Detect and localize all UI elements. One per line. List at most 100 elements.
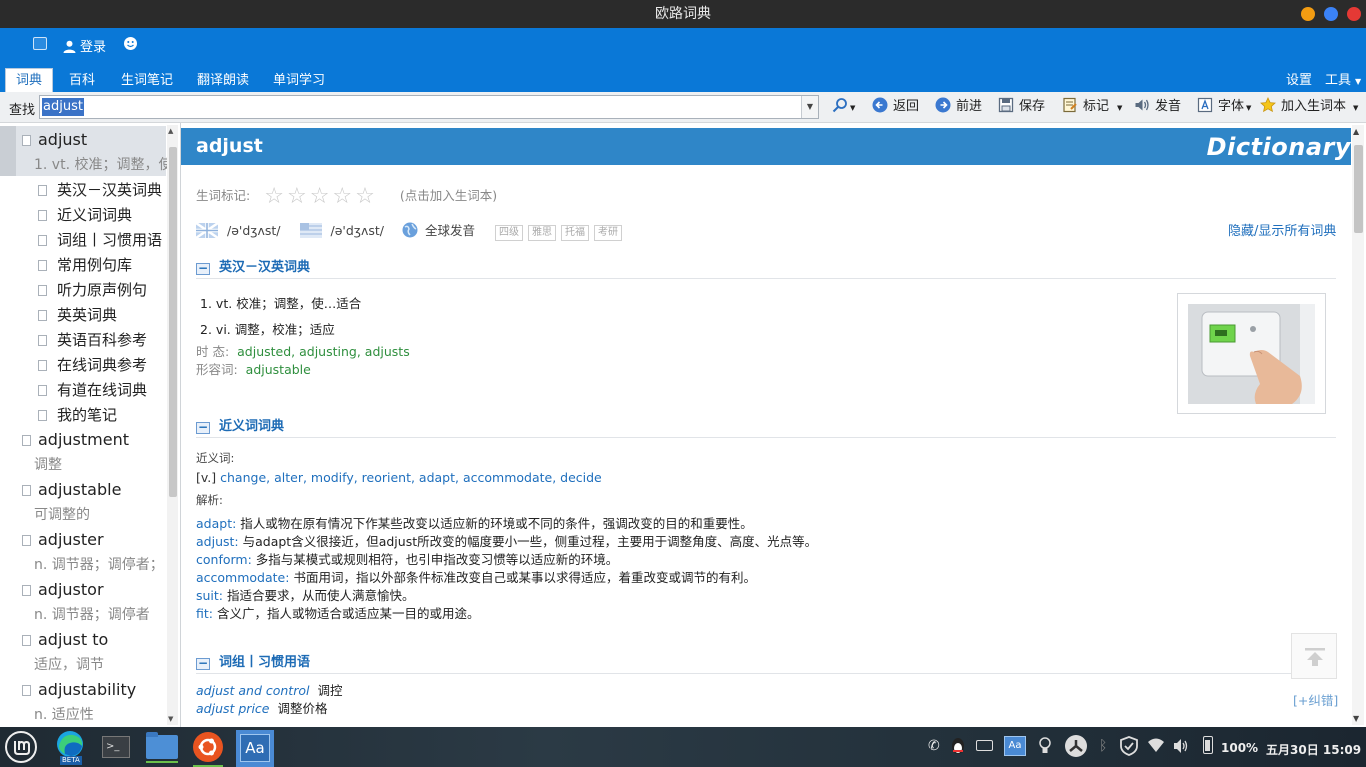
close-button[interactable] — [1347, 7, 1361, 21]
start-menu-button[interactable] — [5, 731, 37, 763]
sub-item-synonym-dict[interactable]: 近义词词典 — [38, 204, 132, 225]
star-icon[interactable]: ☆ — [355, 184, 375, 209]
sub-item-ee-dict[interactable]: 英英词典 — [38, 304, 117, 325]
search-input[interactable]: adjust ▼ — [39, 95, 819, 119]
search-button[interactable]: ▼ — [832, 97, 855, 117]
adjective-form[interactable]: adjustable — [246, 362, 311, 377]
mark-button[interactable]: 标记 ▼ — [1062, 97, 1122, 117]
list-item[interactable]: adjustability — [22, 680, 136, 699]
save-button[interactable]: 保存 — [998, 97, 1045, 117]
phrase-en[interactable]: adjust and control — [196, 683, 309, 698]
collapse-icon[interactable]: − — [196, 657, 210, 670]
keyboard-icon[interactable] — [976, 740, 993, 751]
sidebar-scrollbar[interactable]: ▲ ▼ — [167, 125, 178, 725]
tools-menu[interactable]: 工具 ▼ — [1325, 70, 1361, 92]
phrase-en[interactable]: adjust price — [196, 701, 270, 716]
font-button[interactable]: 字体 ▼ — [1197, 97, 1251, 117]
tab-word-study[interactable]: 单词学习 — [273, 70, 325, 92]
scroll-up-icon[interactable]: ▲ — [1353, 127, 1359, 136]
rating-stars[interactable]: ☆ ☆ ☆ ☆ ☆ — [264, 184, 378, 209]
menu-icon[interactable] — [33, 37, 47, 50]
star-icon[interactable]: ☆ — [264, 184, 284, 209]
font-label: 字体 — [1218, 99, 1245, 114]
sub-item-encyclopedia[interactable]: 英语百科参考 — [38, 329, 147, 350]
search-input-value[interactable]: adjust — [42, 98, 84, 116]
list-item[interactable]: adjust to — [22, 630, 108, 649]
analysis-word[interactable]: conform: — [196, 552, 252, 567]
sub-item-youdao[interactable]: 有道在线词典 — [38, 379, 147, 400]
speak-button[interactable]: 发音 — [1134, 97, 1181, 117]
global-pronunciation[interactable]: 全球发音 — [425, 223, 475, 238]
uk-flag-icon[interactable] — [196, 223, 218, 238]
collapse-icon[interactable]: − — [196, 262, 210, 275]
main-scroll-thumb[interactable] — [1354, 145, 1363, 233]
settings-menu[interactable]: 设置 — [1286, 70, 1312, 92]
back-to-top-button[interactable] — [1291, 633, 1337, 679]
star-icon[interactable]: ☆ — [310, 184, 330, 209]
maximize-button[interactable] — [1324, 7, 1338, 21]
qq-icon[interactable] — [950, 736, 966, 760]
globe-icon[interactable] — [402, 222, 418, 238]
minimize-button[interactable] — [1301, 7, 1315, 21]
bluetooth-icon[interactable]: ᛒ — [1099, 738, 1107, 754]
ubuntu-icon[interactable] — [193, 732, 223, 767]
analysis-word[interactable]: suit: — [196, 588, 223, 603]
scroll-down-icon[interactable]: ▼ — [1353, 714, 1359, 723]
scroll-down-icon[interactable]: ▼ — [168, 715, 173, 723]
tab-word-notes[interactable]: 生词笔记 — [121, 70, 173, 92]
tab-encyclopedia[interactable]: 百科 — [69, 70, 95, 92]
section-header-synonyms[interactable]: − 近义词词典 — [196, 415, 284, 434]
taskbar: BETA >_ Aa ✆ Aa ᛒ 100% 五月30日 15:09 — [0, 727, 1366, 767]
add-word-button[interactable]: 加入生词本 ▼ — [1260, 97, 1358, 117]
sidebar-scroll-thumb[interactable] — [169, 147, 177, 497]
tab-translate[interactable]: 翻译朗读 — [197, 70, 249, 92]
login-button[interactable]: 登录 — [63, 36, 106, 55]
toggle-all-dicts-link[interactable]: 隐藏/显示所有词典 — [1228, 220, 1336, 239]
list-item[interactable]: adjuster — [22, 530, 104, 549]
section-header-ec[interactable]: − 英汉－汉英词典 — [196, 256, 310, 275]
terminal-icon[interactable]: >_ — [102, 736, 130, 758]
sub-item-phrases[interactable]: 词组丨习惯用语 — [38, 229, 162, 250]
emoji-icon[interactable] — [123, 36, 138, 55]
section-header-phrases[interactable]: − 词组丨习惯用语 — [196, 651, 310, 670]
back-button[interactable]: 返回 — [872, 97, 919, 117]
volume-icon[interactable] — [1172, 737, 1190, 759]
search-history-dropdown[interactable]: ▼ — [801, 96, 818, 118]
sub-item-audio-examples[interactable]: 听力原声例句 — [38, 279, 147, 300]
analysis-word[interactable]: fit: — [196, 606, 213, 621]
clock[interactable]: 五月30日 15:09 — [1266, 741, 1361, 758]
illustration-frame[interactable] — [1177, 293, 1326, 414]
eudic-app-icon[interactable]: Aa — [236, 730, 274, 767]
tab-dictionary[interactable]: 词典 — [5, 68, 54, 92]
sub-item-my-notes[interactable]: 我的笔记 — [38, 404, 117, 425]
forward-button[interactable]: 前进 — [935, 97, 982, 117]
synonym-links[interactable]: change, alter, modify, reorient, adapt, … — [220, 470, 602, 485]
star-icon[interactable]: ☆ — [332, 184, 352, 209]
star-icon[interactable]: ☆ — [287, 184, 307, 209]
list-item-current[interactable]: adjust — [22, 130, 87, 149]
sub-item-examples[interactable]: 常用例句库 — [38, 254, 132, 275]
tense-forms[interactable]: adjusted, adjusting, adjusts — [237, 344, 410, 359]
browser-app[interactable]: BETA — [53, 730, 87, 765]
sub-item-online-ref[interactable]: 在线词典参考 — [38, 354, 147, 375]
wifi-icon[interactable] — [1147, 737, 1165, 757]
eudic-tray-icon[interactable]: Aa — [1004, 736, 1026, 756]
files-icon[interactable] — [146, 732, 178, 763]
main-scrollbar[interactable]: ▲ ▼ — [1352, 125, 1364, 725]
analysis-word[interactable]: adapt: — [196, 516, 236, 531]
list-item[interactable]: adjustor — [22, 580, 104, 599]
shield-icon[interactable] — [1120, 736, 1138, 760]
list-item[interactable]: adjustment — [22, 430, 129, 449]
analysis-word[interactable]: accommodate: — [196, 570, 289, 585]
analysis-word[interactable]: adjust: — [196, 534, 239, 549]
battery-icon[interactable] — [1203, 736, 1213, 754]
scroll-up-icon[interactable]: ▲ — [168, 127, 173, 135]
collapse-icon[interactable]: − — [196, 421, 210, 434]
report-error-link[interactable]: [+纠错] — [1293, 690, 1338, 709]
sub-item-ec-dict[interactable]: 英汉－汉英词典 — [38, 179, 162, 200]
list-item[interactable]: adjustable — [22, 480, 121, 499]
us-flag-icon[interactable] — [299, 223, 322, 238]
lightbulb-icon[interactable] — [1039, 736, 1051, 760]
phone-icon[interactable]: ✆ — [928, 738, 940, 754]
vpn-icon[interactable] — [1064, 734, 1088, 762]
